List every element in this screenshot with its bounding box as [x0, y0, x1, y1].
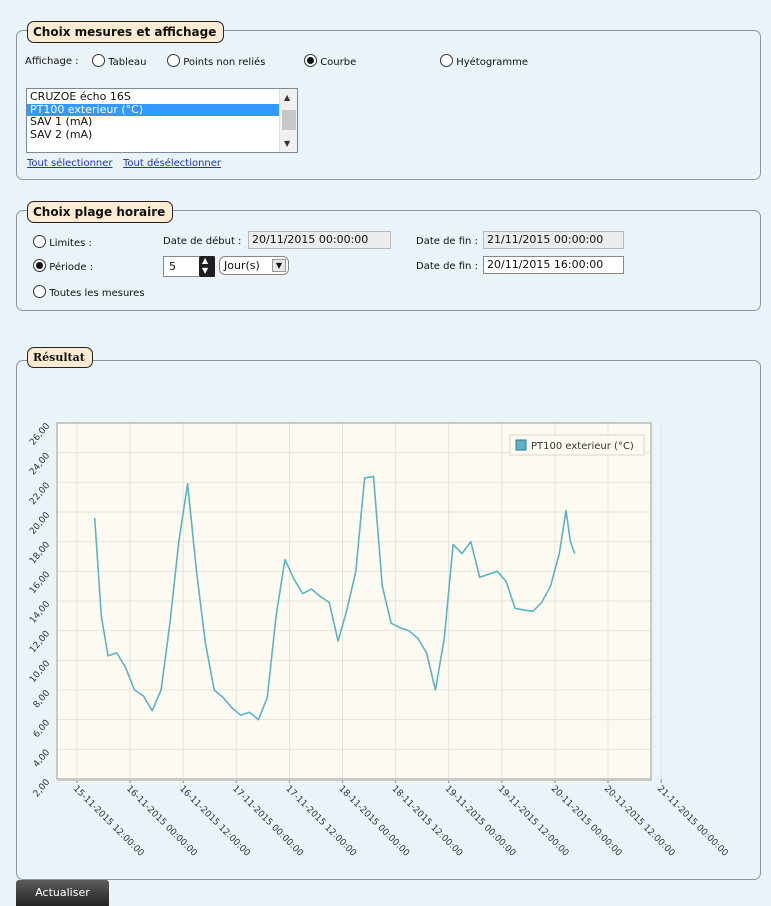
start-date-label: Date de début : [163, 236, 242, 247]
radio-tableau[interactable] [92, 54, 105, 67]
display-label: Affichage : [25, 56, 79, 67]
scroll-up-icon[interactable]: ▲ [284, 93, 290, 102]
y-tick-label: 24,00 [28, 451, 52, 477]
y-tick-label: 2,00 [32, 777, 53, 799]
deselect-all-link[interactable]: Tout désélectionner [123, 158, 221, 169]
y-tick-label: 18,00 [28, 540, 52, 566]
time-range-legend: Choix plage horaire [27, 201, 174, 223]
end-date-label-period: Date de fin : [416, 261, 478, 272]
radio-courbe[interactable] [304, 54, 317, 67]
y-tick-label: 16,00 [28, 570, 52, 596]
legend-label: PT100 exterieur (°C) [531, 441, 634, 452]
option-hyetogramme[interactable]: Hyétogramme [440, 54, 528, 68]
mode-limites[interactable]: Limites : [33, 235, 92, 249]
y-tick-label: 8,00 [32, 688, 53, 710]
end-date-label-limits: Date de fin : [416, 236, 478, 247]
option-hyetogramme-label: Hyétogramme [456, 57, 529, 68]
list-scrollbar[interactable]: ▲ ▼ [279, 89, 297, 152]
y-tick-label: 22,00 [28, 481, 52, 507]
mode-periode-label: Période : [49, 262, 94, 273]
selection-links: Tout sélectionner Tout désélectionner [27, 156, 221, 169]
mode-limites-label: Limites : [49, 238, 92, 249]
chart-svg: 2,00 4,00 6,00 8,00 10,00 12,00 14,00 16,00 18,0… [28, 421, 730, 859]
select-all-link[interactable]: Tout sélectionner [27, 158, 113, 169]
radio-points[interactable] [167, 54, 180, 67]
y-tick-label: 14,00 [28, 599, 52, 625]
y-tick-label: 12,00 [28, 629, 52, 655]
radio-toutes[interactable] [33, 285, 46, 298]
option-points[interactable]: Points non reliés [167, 54, 265, 68]
refresh-button[interactable]: Actualiser [16, 880, 109, 906]
measure-list[interactable]: CRUZOE écho 16S PT100 exterieur (°C) SAV… [26, 88, 298, 153]
option-tableau-label: Tableau [108, 57, 147, 68]
y-tick-label: 4,00 [32, 748, 53, 770]
list-item[interactable]: SAV 2 (mA) [27, 128, 297, 142]
scroll-thumb[interactable] [282, 110, 296, 130]
end-date-period-field[interactable]: 20/11/2015 16:00:00 [483, 256, 624, 274]
radio-periode[interactable] [33, 259, 46, 272]
period-unit-value: Jour(s) [224, 259, 260, 272]
chevron-down-icon[interactable]: ▼ [272, 259, 286, 272]
mode-periode[interactable]: Période : [33, 259, 93, 273]
option-tableau[interactable]: Tableau [92, 54, 147, 68]
y-tick-label: 6,00 [32, 718, 53, 740]
stepper-buttons[interactable]: ▲ ▼ [199, 256, 215, 277]
end-date-limits-field[interactable]: 21/11/2015 00:00:00 [483, 231, 624, 249]
scroll-down-icon[interactable]: ▼ [284, 139, 290, 148]
measures-legend: Choix mesures et affichage [27, 21, 225, 43]
stepper-up-icon[interactable]: ▲ [202, 256, 208, 265]
plot-shadow [58, 779, 652, 781]
y-tick-label: 26,00 [28, 421, 52, 447]
result-legend: Résultat [27, 347, 93, 368]
mode-toutes[interactable]: Toutes les mesures [33, 285, 145, 299]
option-points-label: Points non reliés [183, 57, 266, 68]
list-item[interactable]: SAV 1 (mA) [27, 115, 297, 129]
period-unit-select[interactable]: Jour(s) ▼ [219, 256, 289, 275]
option-courbe[interactable]: Courbe [304, 54, 356, 68]
list-item[interactable]: CRUZOE écho 16S [27, 90, 297, 104]
start-date-field[interactable]: 20/11/2015 00:00:00 [248, 231, 391, 249]
option-courbe-label: Courbe [320, 57, 357, 68]
radio-limites[interactable] [33, 235, 46, 248]
temperature-chart: 2,00 4,00 6,00 8,00 10,00 12,00 14,00 16,00 18,0… [20, 390, 755, 870]
y-tick-label: 10,00 [28, 659, 52, 685]
radio-hyetogramme[interactable] [440, 54, 453, 67]
legend-swatch [515, 439, 527, 451]
mode-toutes-label: Toutes les mesures [49, 288, 145, 299]
y-tick-label: 20,00 [28, 510, 52, 536]
stepper-down-icon[interactable]: ▼ [202, 266, 208, 275]
